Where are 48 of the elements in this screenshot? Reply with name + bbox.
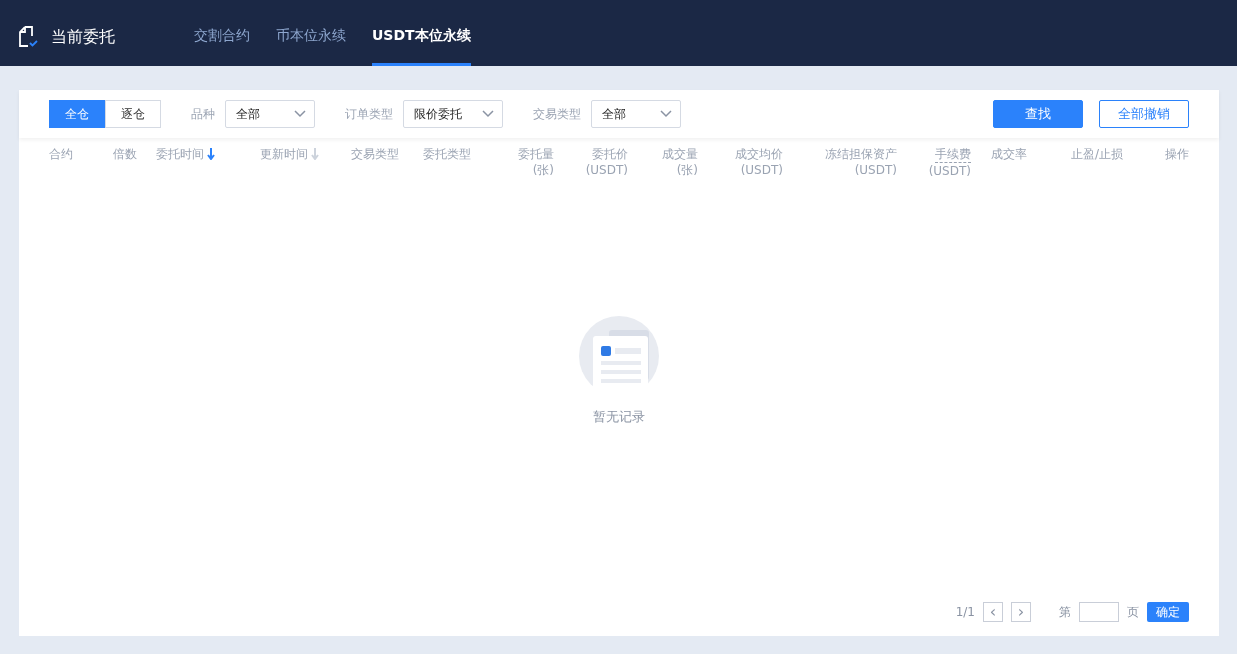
margin-mode-toggle[interactable]: 逐仓 (105, 100, 161, 128)
page-info: 1/1 (955, 605, 975, 619)
column-header: 合约 (49, 146, 73, 162)
next-page-button[interactable]: › (1011, 602, 1031, 622)
column-unit: (USDT) (740, 162, 783, 178)
search-button[interactable]: 查找 (993, 100, 1083, 128)
column-header: 委托价 (592, 146, 628, 162)
column-header: 冻结担保资产 (825, 146, 897, 162)
filter-dropdown[interactable]: 全部 (591, 100, 681, 128)
column-header: 委托类型 (423, 146, 471, 162)
margin-mode-toggle[interactable]: 全仓 (49, 100, 105, 128)
cancel-all-button[interactable]: 全部撤销 (1099, 100, 1189, 128)
page-number-input[interactable] (1079, 602, 1119, 622)
filter-label: 交易类型 (533, 105, 581, 123)
column-header: 委托量 (518, 146, 554, 162)
previous-page-button[interactable]: ‹ (983, 602, 1003, 622)
confirm-button[interactable]: 确定 (1147, 602, 1189, 622)
filter-label: 品种 (191, 105, 215, 123)
column-header: 操作 (1165, 146, 1189, 162)
column-unit: (USDT) (928, 163, 971, 179)
column-unit: (张) (676, 162, 698, 178)
chevron-down-icon (482, 110, 494, 118)
document-check-icon (19, 26, 39, 48)
market-tab[interactable]: 币本位永续 (276, 0, 346, 66)
filter-dropdown[interactable]: 全部 (225, 100, 315, 128)
column-unit: (张) (532, 162, 554, 178)
column-header: 倍数 (113, 146, 137, 162)
page-title: 当前委托 (51, 26, 115, 48)
market-tab[interactable]: USDT本位永续 (372, 0, 471, 66)
column-unit: (USDT) (854, 162, 897, 178)
column-header: 委托时间 (156, 146, 204, 162)
page-suffix-label: 页 (1127, 603, 1139, 621)
page-prefix-label: 第 (1059, 603, 1071, 621)
column-header: 成交均价 (735, 146, 783, 162)
filter-dropdown[interactable]: 限价委托 (403, 100, 503, 128)
column-header: 成交量 (662, 146, 698, 162)
chevron-down-icon (660, 110, 672, 118)
column-header: 更新时间 (260, 146, 308, 162)
sort-down-arrow-icon[interactable] (207, 148, 215, 160)
filter-label: 订单类型 (345, 105, 393, 123)
column-header: 手续费 (935, 146, 971, 163)
market-tab[interactable]: 交割合约 (194, 0, 250, 66)
chevron-down-icon (294, 110, 306, 118)
empty-message: 暂无记录 (593, 407, 645, 426)
column-unit: (USDT) (585, 162, 628, 178)
column-header: 交易类型 (351, 146, 399, 162)
column-header: 止盈/止损 (1071, 146, 1124, 162)
column-header: 成交率 (991, 146, 1027, 162)
